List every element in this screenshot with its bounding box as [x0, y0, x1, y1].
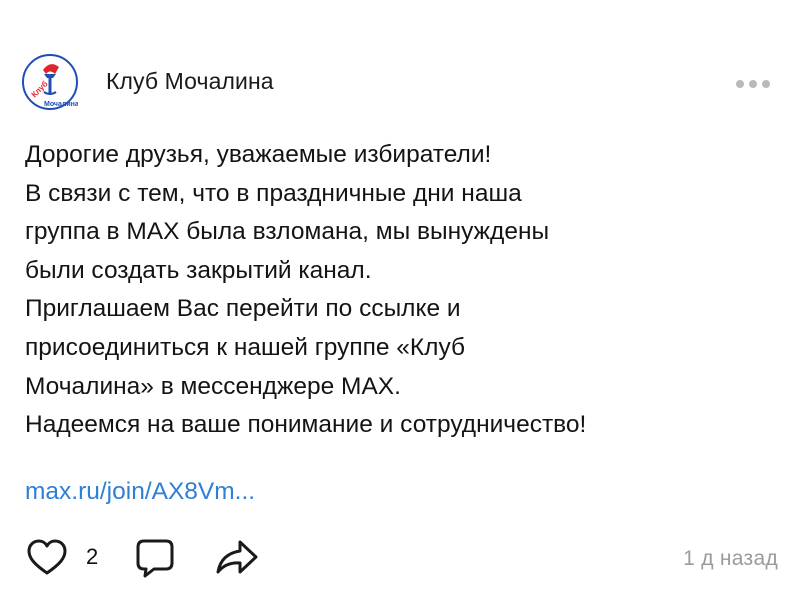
post-text: Дорогие друзья, уважаемые избиратели! В …	[25, 136, 785, 445]
more-icon[interactable]	[736, 80, 770, 88]
post-timestamp: 1 д назад	[683, 547, 778, 570]
post-line: Надеемся на ваше понимание и сотрудничес…	[25, 411, 587, 439]
post-line: Дорогие друзья, уважаемые избиратели!	[25, 141, 492, 168]
channel-avatar-logo[interactable]: Клуб Мочалина	[22, 54, 78, 110]
channel-name[interactable]: Клуб Мочалина	[106, 68, 274, 95]
join-link[interactable]: max.ru/join/AX8Vm...	[25, 478, 255, 506]
post-line: В связи с тем, что в праздничные дни наш…	[25, 179, 522, 207]
share-icon[interactable]	[214, 538, 260, 578]
post-line: Приглашаем Вас перейти по ссылке и	[25, 295, 461, 323]
post-line: Мочалина» в мессенджере MAX.	[25, 372, 401, 400]
svg-text:Мочалина: Мочалина	[44, 101, 78, 108]
comment-icon[interactable]	[134, 538, 176, 580]
post-header: Клуб Мочалина Клуб Мочалина	[22, 54, 778, 110]
like-count: 2	[86, 544, 99, 569]
post-line: группа в MAX была взломана, мы вынуждены	[25, 218, 550, 246]
heart-icon[interactable]	[26, 538, 68, 578]
post-line: присоединиться к нашей группе «Клуб	[25, 333, 466, 361]
post-line: были создать закрытий канал.	[25, 256, 372, 284]
post-actions: 2 1 д назад	[26, 538, 778, 582]
